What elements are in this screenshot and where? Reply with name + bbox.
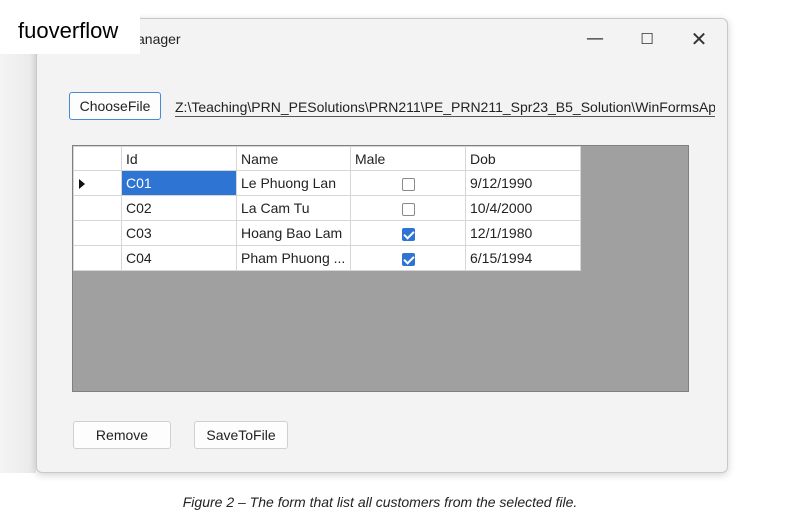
row-header[interactable] bbox=[73, 195, 122, 221]
cell-id[interactable]: C03 bbox=[121, 220, 237, 246]
file-path-label: Z:\Teaching\PRN_PESolutions\PRN211\PE_PR… bbox=[175, 99, 715, 117]
cell-dob[interactable]: 10/4/2000 bbox=[465, 195, 581, 221]
table-row[interactable]: C01 Le Phuong Lan 9/12/1990 bbox=[73, 170, 581, 196]
save-to-file-button[interactable]: SaveToFile bbox=[194, 421, 288, 449]
title-bar: anager — ☐ ✕ bbox=[37, 19, 727, 59]
cell-name[interactable]: Hoang Bao Lam bbox=[236, 220, 351, 246]
table-row[interactable]: C02 La Cam Tu 10/4/2000 bbox=[73, 195, 581, 221]
cell-male[interactable] bbox=[350, 245, 466, 271]
window-title: anager bbox=[137, 31, 181, 47]
cell-dob[interactable]: 6/15/1994 bbox=[465, 245, 581, 271]
close-icon[interactable]: ✕ bbox=[677, 25, 721, 53]
customers-grid[interactable]: Id Name Male Dob C01 Le Phuong Lan 9/12/… bbox=[72, 145, 689, 392]
male-checkbox[interactable] bbox=[401, 202, 415, 216]
cell-name[interactable]: Pham Phuong ... bbox=[236, 245, 351, 271]
customers-table: Id Name Male Dob C01 Le Phuong Lan 9/12/… bbox=[73, 146, 581, 271]
column-header-male[interactable]: Male bbox=[350, 146, 466, 171]
minimize-icon[interactable]: — bbox=[573, 25, 617, 53]
row-header[interactable] bbox=[73, 170, 122, 196]
cell-id[interactable]: C04 bbox=[121, 245, 237, 271]
current-row-arrow-icon bbox=[79, 179, 85, 189]
male-checkbox[interactable] bbox=[401, 252, 415, 266]
cell-id[interactable]: C01 bbox=[121, 170, 237, 196]
header-row: Id Name Male Dob bbox=[73, 146, 581, 171]
remove-button[interactable]: Remove bbox=[73, 421, 171, 449]
table-row[interactable]: C04 Pham Phuong ... 6/15/1994 bbox=[73, 245, 581, 271]
cell-male[interactable] bbox=[350, 195, 466, 221]
background-window-edge bbox=[0, 18, 36, 473]
app-window: anager — ☐ ✕ ChooseFile Z:\Teaching\PRN_… bbox=[36, 18, 728, 473]
cell-name[interactable]: La Cam Tu bbox=[236, 195, 351, 221]
row-header-corner bbox=[73, 146, 122, 171]
figure-caption: Figure 2 – The form that list all custom… bbox=[182, 494, 578, 510]
cell-id[interactable]: C02 bbox=[121, 195, 237, 221]
column-header-name[interactable]: Name bbox=[236, 146, 351, 171]
column-header-id[interactable]: Id bbox=[121, 146, 237, 171]
row-header[interactable] bbox=[73, 220, 122, 246]
row-header[interactable] bbox=[73, 245, 122, 271]
watermark-label: fuoverflow bbox=[0, 12, 140, 54]
cell-male[interactable] bbox=[350, 170, 466, 196]
cell-male[interactable] bbox=[350, 220, 466, 246]
cell-dob[interactable]: 12/1/1980 bbox=[465, 220, 581, 246]
cell-dob[interactable]: 9/12/1990 bbox=[465, 170, 581, 196]
male-checkbox[interactable] bbox=[401, 177, 415, 191]
choose-file-button[interactable]: ChooseFile bbox=[69, 92, 161, 120]
maximize-icon[interactable]: ☐ bbox=[625, 25, 669, 53]
cell-name[interactable]: Le Phuong Lan bbox=[236, 170, 351, 196]
column-header-dob[interactable]: Dob bbox=[465, 146, 581, 171]
table-row[interactable]: C03 Hoang Bao Lam 12/1/1980 bbox=[73, 220, 581, 246]
male-checkbox[interactable] bbox=[401, 227, 415, 241]
